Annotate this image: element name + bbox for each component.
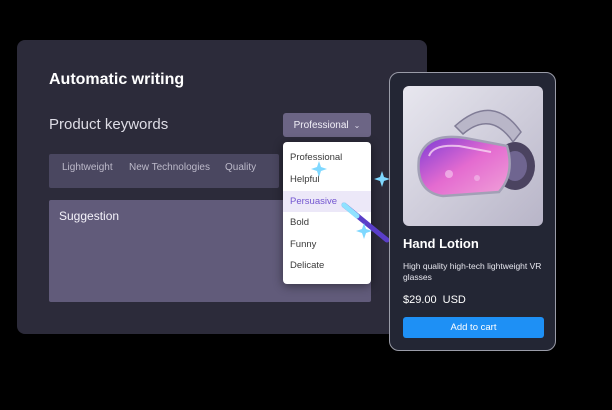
- panel-title: Automatic writing: [49, 71, 185, 88]
- keyword-tag[interactable]: Lightweight: [62, 162, 113, 173]
- tone-option-professional[interactable]: Professional: [283, 147, 371, 168]
- product-description: High quality high-tech lightweight VR gl…: [403, 261, 542, 282]
- price-currency: USD: [442, 294, 466, 306]
- suggestion-label: Suggestion: [59, 209, 120, 223]
- product-keywords-label: Product keywords: [49, 116, 169, 133]
- sparkle-icon: [356, 223, 372, 239]
- keyword-tag[interactable]: New Technologies: [129, 162, 210, 173]
- tone-select[interactable]: Professional ⌄: [283, 113, 371, 137]
- sparkle-icon: [374, 171, 390, 187]
- product-image: [403, 86, 543, 226]
- tone-option-delicate[interactable]: Delicate: [283, 255, 371, 276]
- sparkle-icon: [311, 161, 327, 177]
- tone-option-helpful[interactable]: Helpful: [283, 169, 371, 190]
- keyword-tag[interactable]: Quality: [225, 162, 256, 173]
- product-title: Hand Lotion: [403, 236, 479, 251]
- chevron-down-icon: ⌄: [353, 120, 361, 130]
- tone-select-value: Professional: [293, 119, 349, 131]
- add-to-cart-button[interactable]: Add to cart: [403, 317, 544, 338]
- vr-goggles-image: [403, 86, 543, 226]
- product-price: $29.00 USD: [403, 294, 466, 306]
- price-amount: $29.00: [403, 294, 437, 306]
